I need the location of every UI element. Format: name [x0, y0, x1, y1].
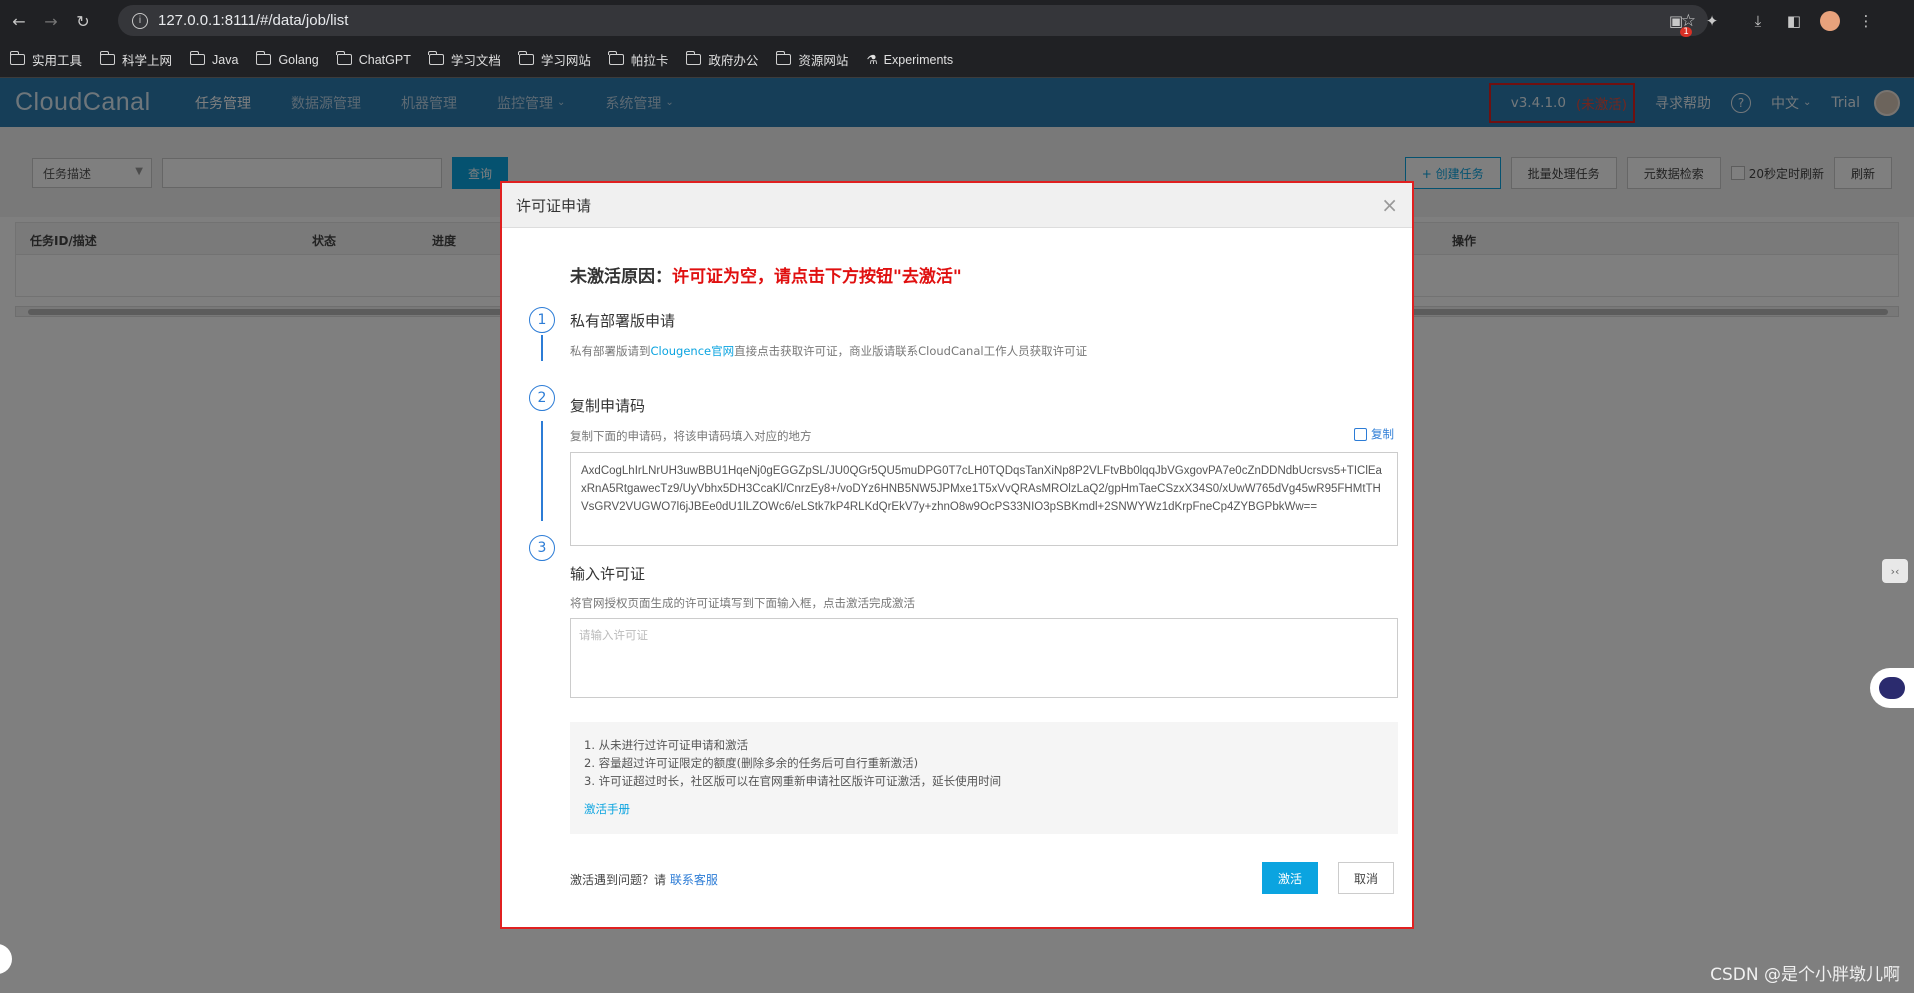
folder-icon [685, 51, 702, 65]
folder-icon [428, 51, 444, 65]
address-bar[interactable]: i 127.0.0.1:8111/#/data/job/list ☆ [118, 5, 1708, 36]
assistant-widget[interactable] [1870, 668, 1914, 708]
download-icon[interactable]: ⤓ [1748, 11, 1768, 31]
folder-icon [608, 51, 624, 65]
apply-code-box[interactable]: AxdCogLhIrLNrUH3uwBBU1HqeNj0gEGGZpSL/JU0… [570, 452, 1398, 546]
bookmark-folder[interactable]: 政府办公 [685, 50, 758, 69]
note-item: 1. 从未进行过许可证申请和激活 [584, 738, 749, 752]
support-text: 激活遇到问题？请 联系客服 [570, 873, 718, 887]
official-site-link[interactable]: Clougence官网 [651, 344, 735, 358]
folder-icon [336, 51, 352, 65]
copy-button[interactable]: 复制 [1354, 426, 1394, 442]
bookmark-folder[interactable]: 学习网站 [518, 50, 591, 69]
watermark: CSDN @是个小胖墩儿啊 [1710, 965, 1900, 985]
note-item: 2. 容量超过许可证限定的额度(删除多余的任务后可自行重新激活) [584, 756, 919, 770]
step-3-number: 3 [529, 535, 555, 561]
cancel-button[interactable]: 取消 [1338, 862, 1394, 894]
dialog-header: 许可证申请 × [502, 183, 1412, 228]
reload-icon[interactable]: ↻ [70, 8, 96, 34]
bookmarks-bar: 实用工具 科学上网 Java Golang ChatGPT 学习文档 学习网站 … [0, 42, 1914, 78]
bookmark-folder[interactable]: 帕拉卡 [608, 50, 668, 69]
flask-icon: ⚗ [866, 53, 878, 67]
step-1-number: 1 [529, 307, 555, 333]
folder-icon [775, 51, 792, 65]
browser-toolbar: ← → ↻ i 127.0.0.1:8111/#/data/job/list ☆… [0, 0, 1914, 42]
bookmark-folder[interactable]: Java [189, 51, 238, 67]
puzzle-icon[interactable]: ✦ [1702, 11, 1722, 31]
contact-support-link[interactable]: 联系客服 [670, 873, 718, 887]
step-2-number: 2 [529, 385, 555, 411]
step-connector [541, 421, 543, 521]
step-3-desc: 将官网授权页面生成的许可证填写到下面输入框，点击激活完成激活 [570, 596, 915, 610]
bookmark-folder[interactable]: 资源网站 [775, 50, 848, 69]
step-2-desc: 复制下面的申请码，将该申请码填入对应的地方 [570, 429, 812, 443]
license-dialog: 许可证申请 × 未激活原因：许可证为空，请点击下方按钮"去激活" 1 私有部署版… [500, 181, 1414, 929]
license-input[interactable] [570, 618, 1398, 698]
folder-icon [255, 51, 272, 65]
step-connector [541, 335, 543, 361]
inactive-reason: 未激活原因：许可证为空，请点击下方按钮"去激活" [570, 267, 962, 287]
bookmark-folder[interactable]: ChatGPT [336, 51, 411, 67]
extension-icon[interactable]: ▣ 1 [1666, 11, 1692, 37]
extension-badge: 1 [1680, 27, 1692, 37]
site-info-icon[interactable]: i [132, 12, 148, 29]
step-3-title: 输入许可证 [570, 565, 646, 583]
folder-icon [189, 51, 206, 65]
bookmark-folder[interactable]: 学习文档 [428, 50, 501, 69]
close-icon[interactable]: × [1381, 193, 1398, 217]
step-2-title: 复制申请码 [570, 397, 646, 415]
copy-icon [1354, 427, 1367, 441]
activate-button[interactable]: 激活 [1262, 862, 1318, 894]
side-tool-icon[interactable]: ›‹ [1882, 559, 1908, 583]
note-item: 3. 许可证超过时长，社区版可以在官网重新申请社区版许可证激活，延长使用时间 [584, 774, 1002, 788]
bookmark-experiments[interactable]: ⚗ Experiments [866, 52, 953, 68]
bookmark-folder[interactable]: 科学上网 [99, 50, 172, 69]
step-1-desc: 私有部署版请到Clougence官网直接点击获取许可证，商业版请联系CloudC… [570, 344, 1088, 358]
profile-avatar[interactable] [1820, 11, 1840, 31]
folder-icon [99, 51, 116, 65]
forward-icon[interactable]: → [38, 8, 64, 34]
folder-icon [9, 51, 25, 65]
activation-notes: 1. 从未进行过许可证申请和激活 2. 容量超过许可证限定的额度(删除多余的任务… [570, 722, 1398, 834]
dialog-title: 许可证申请 [516, 196, 592, 215]
sidepanel-icon[interactable]: ◧ [1784, 11, 1804, 31]
bookmark-folder[interactable]: 实用工具 [9, 50, 82, 69]
url-text: 127.0.0.1:8111/#/data/job/list [158, 12, 349, 29]
activation-manual-link[interactable]: 激活手册 [584, 800, 1384, 818]
bookmark-folder[interactable]: Golang [255, 51, 319, 67]
folder-icon [518, 51, 534, 65]
menu-kebab-icon[interactable]: ⋮ [1856, 11, 1876, 31]
step-1-title: 私有部署版申请 [570, 312, 676, 330]
robot-icon [1879, 677, 1905, 699]
back-icon[interactable]: ← [6, 8, 32, 34]
